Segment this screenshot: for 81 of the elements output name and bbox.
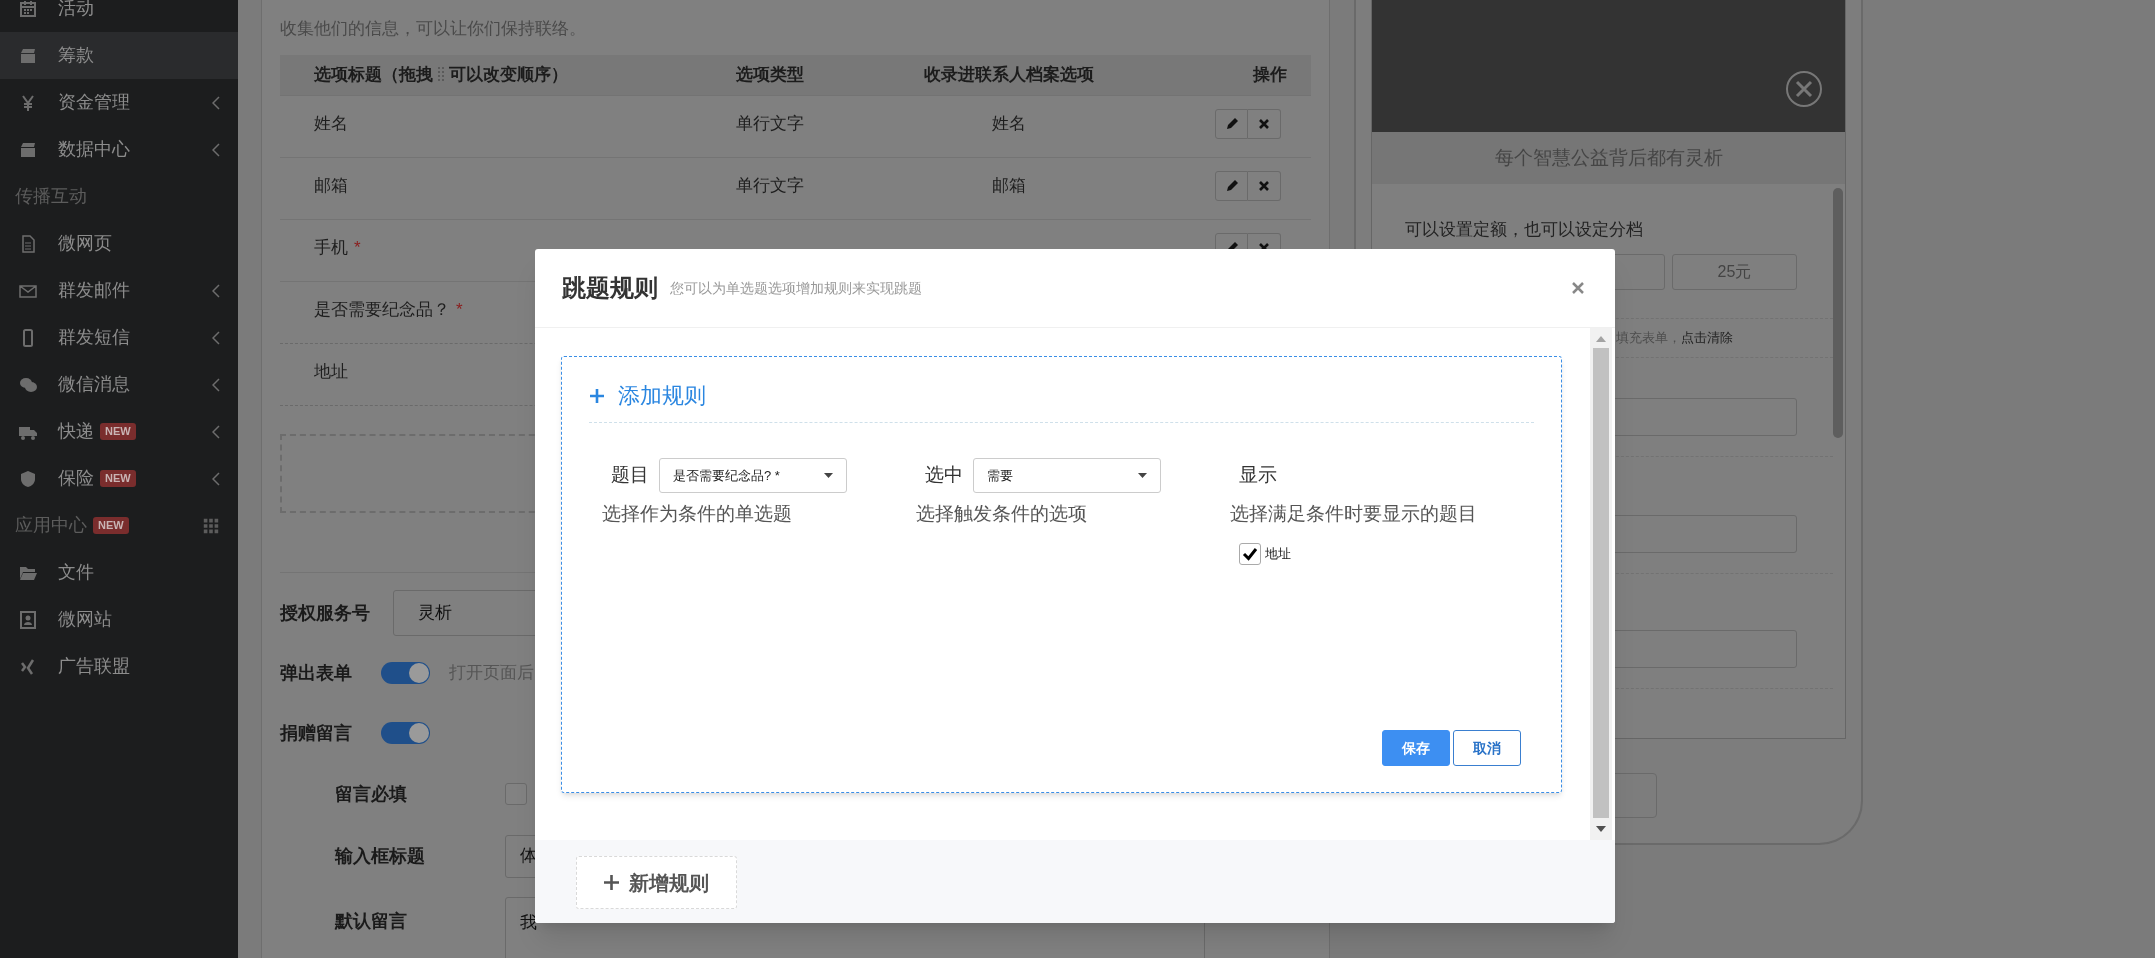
- close-icon[interactable]: [1785, 70, 1823, 108]
- clear-link[interactable]: 点击清除: [1681, 328, 1733, 348]
- plus-icon: [589, 388, 605, 404]
- scroll-down-icon[interactable]: [1596, 826, 1606, 832]
- field-label: 弹出表单: [280, 661, 353, 685]
- checkbox[interactable]: [505, 783, 527, 805]
- select-field[interactable]: 是否需要纪念品? *: [659, 458, 847, 493]
- shield-icon: [18, 468, 38, 489]
- required-mark: *: [456, 299, 463, 322]
- column-header: 可以改变顺序）: [449, 64, 568, 87]
- hint-text: 选择满足条件时要显示的题目: [1230, 502, 1478, 526]
- field-label: 输入框标题: [335, 844, 426, 868]
- field-label: 留言必填: [335, 782, 408, 806]
- table-cell-text: 单行文字: [736, 113, 804, 136]
- sidebar-item[interactable]: 微信消息: [0, 361, 238, 408]
- close-icon[interactable]: [1571, 281, 1585, 295]
- check-icon: [1242, 547, 1258, 561]
- dialog-subtitle: 您可以为单选题选项增加规则来实现跳题: [670, 278, 922, 298]
- table-cell-text: 手机: [314, 237, 348, 260]
- new-badge: NEW: [100, 423, 136, 440]
- table-cell-text: 姓名: [992, 113, 1026, 136]
- field-label: 题目: [611, 463, 649, 488]
- field-label: 显示: [1239, 463, 1277, 488]
- caret-down-icon: [824, 473, 833, 478]
- field-label: 授权服务号: [280, 601, 371, 625]
- checkbox-label: 地址: [1265, 545, 1291, 564]
- sidebar-item[interactable]: 微网站: [0, 596, 238, 643]
- select-field[interactable]: 需要: [973, 458, 1161, 493]
- required-mark: *: [354, 237, 361, 260]
- pencil-icon: [1224, 179, 1239, 193]
- caret-down-icon: [1138, 473, 1147, 478]
- hint-text: 选择触发条件的选项: [916, 502, 1088, 526]
- prompt-text: 可以设置定额，也可以设定分档: [1404, 219, 1644, 241]
- pencil-icon: [1224, 117, 1239, 131]
- close-icon: [1258, 118, 1270, 130]
- section-header: 传播互动: [15, 185, 87, 208]
- field-label: 捐赠留言: [280, 721, 353, 745]
- sidebar-item[interactable]: 文件: [0, 549, 238, 596]
- close-icon: [1258, 180, 1270, 192]
- cancel-button[interactable]: 取消: [1453, 730, 1521, 766]
- scrollbar-thumb[interactable]: [1833, 188, 1843, 438]
- sidebar-item[interactable]: 数据中心: [0, 126, 238, 173]
- table-cell-text: 邮箱: [992, 175, 1026, 198]
- hint-text: 选择作为条件的单选题: [602, 502, 793, 526]
- sidebar-item[interactable]: 快递 NEW: [0, 408, 238, 455]
- calendar-icon: [18, 0, 38, 19]
- scroll-up-icon[interactable]: [1596, 336, 1606, 342]
- field-label: 选中: [925, 463, 963, 488]
- table-cell-text: 地址: [314, 361, 348, 384]
- table-cell-text: 是否需要纪念品？: [314, 299, 450, 322]
- table-cell-text: 姓名: [314, 113, 348, 136]
- drag-handle-icon: [437, 66, 445, 84]
- field-label: 默认留言: [335, 910, 408, 933]
- column-header: 收录进联系人档案选项: [924, 64, 1094, 87]
- new-badge: NEW: [100, 470, 136, 487]
- dialog-title: 跳题规则: [562, 273, 658, 303]
- sidebar-item[interactable]: 筹款: [0, 32, 238, 79]
- sidebar-item[interactable]: 资金管理: [0, 79, 238, 126]
- add-rule-button[interactable]: 添加规则: [589, 381, 706, 411]
- sidebar-item[interactable]: 保险 NEW: [0, 455, 238, 502]
- sidebar-item[interactable]: 群发邮件: [0, 267, 238, 314]
- plus-icon: [604, 875, 619, 890]
- table-cell-text: 邮箱: [314, 175, 348, 198]
- column-header: 操作: [1253, 64, 1287, 87]
- table-cell-text: 单行文字: [736, 175, 804, 198]
- new-badge: NEW: [93, 517, 129, 534]
- grid-icon[interactable]: [202, 516, 220, 535]
- toggle-switch[interactable]: [381, 722, 430, 744]
- sidebar-item[interactable]: 群发短信: [0, 314, 238, 361]
- sidebar-item[interactable]: 微网页: [0, 220, 238, 267]
- column-header: 选项类型: [736, 64, 804, 87]
- column-header: 选项标题（拖拽: [314, 64, 433, 87]
- new-rule-button[interactable]: 新增规则: [576, 856, 737, 909]
- section-header: 应用中心: [15, 514, 87, 537]
- save-button[interactable]: 保存: [1382, 730, 1450, 766]
- checkbox[interactable]: [1239, 543, 1261, 565]
- toggle-switch[interactable]: [381, 662, 430, 684]
- sidebar-item[interactable]: 广告联盟: [0, 643, 238, 690]
- contact-card-icon: [18, 609, 38, 630]
- scrollbar[interactable]: [1590, 328, 1612, 840]
- sidebar-item[interactable]: 活动: [0, 0, 238, 32]
